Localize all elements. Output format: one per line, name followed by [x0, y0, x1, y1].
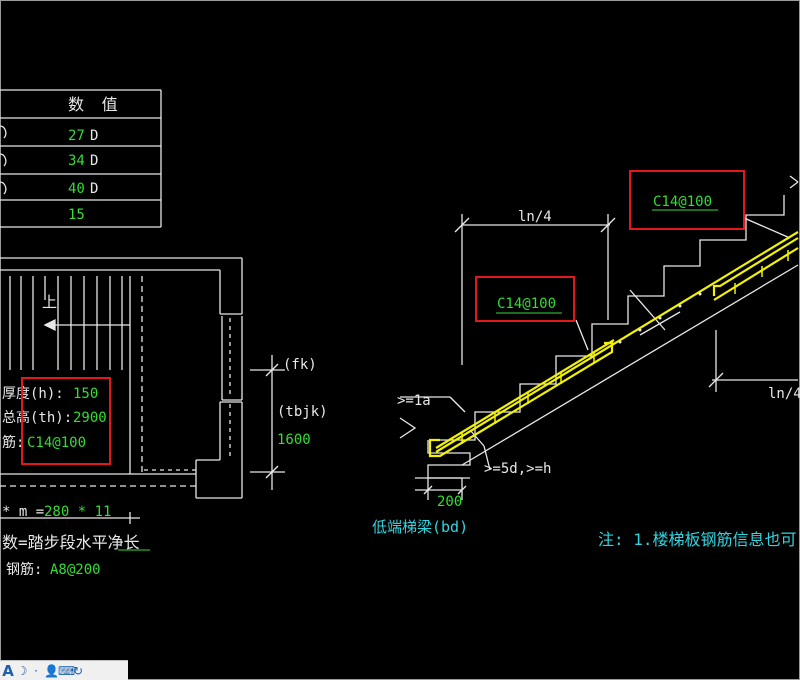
- net-length-note: 数=踏步段水平净长: [2, 533, 140, 552]
- highlight-box-top: [629, 170, 745, 230]
- keyboard-icon[interactable]: ⌨: [58, 664, 75, 678]
- green-underlines: [118, 209, 718, 551]
- table-value-2: 34: [68, 153, 85, 169]
- table-unit-2: D: [90, 153, 99, 169]
- refresh-icon[interactable]: ↻: [72, 664, 84, 678]
- highlight-box-plan: [21, 377, 111, 465]
- width-value: 200: [437, 494, 463, 510]
- highlight-box-mid: [475, 276, 575, 322]
- distribution-rebar-label: 钢筋:: [6, 562, 43, 578]
- steps-value: 280 * 11: [44, 504, 112, 520]
- tbjk-value: 1600: [277, 432, 311, 448]
- tbjk-label: (tbjk): [277, 404, 328, 420]
- table-unit-3: D: [90, 181, 99, 197]
- steps-label: * m =: [2, 504, 45, 520]
- table-value-4: 15: [68, 207, 85, 223]
- rebar-dots: [618, 292, 702, 344]
- table-value-3: 40: [68, 181, 85, 197]
- ln4-right-label: ln/4: [768, 386, 800, 402]
- yellow-rebar: [428, 231, 799, 458]
- distribution-rebar-value: A8@200: [50, 562, 101, 578]
- table-value-1: 27: [68, 128, 85, 144]
- moon-icon[interactable]: ☽: [16, 664, 28, 678]
- up-label: 上: [42, 293, 58, 311]
- user-icon[interactable]: 👤: [44, 664, 59, 678]
- text-style-icon[interactable]: A: [2, 663, 14, 678]
- table-header-value: 数 值: [68, 95, 122, 114]
- ln4-top-label: ln/4: [518, 209, 552, 225]
- note-text: 注: 1.楼梯板钢筋信息也可: [598, 530, 797, 549]
- dot-icon[interactable]: ·: [30, 664, 42, 678]
- anchor-length-label: >=5d,>=h: [484, 461, 552, 477]
- fk-label: (fk): [283, 357, 317, 373]
- low-beam-label: 低端梯梁(bd): [372, 518, 469, 536]
- ime-toolbar: A ☽ · 👤 ⌨ ↻: [0, 660, 128, 680]
- table-unit-1: D: [90, 128, 99, 144]
- la-label: >=1a: [397, 393, 431, 409]
